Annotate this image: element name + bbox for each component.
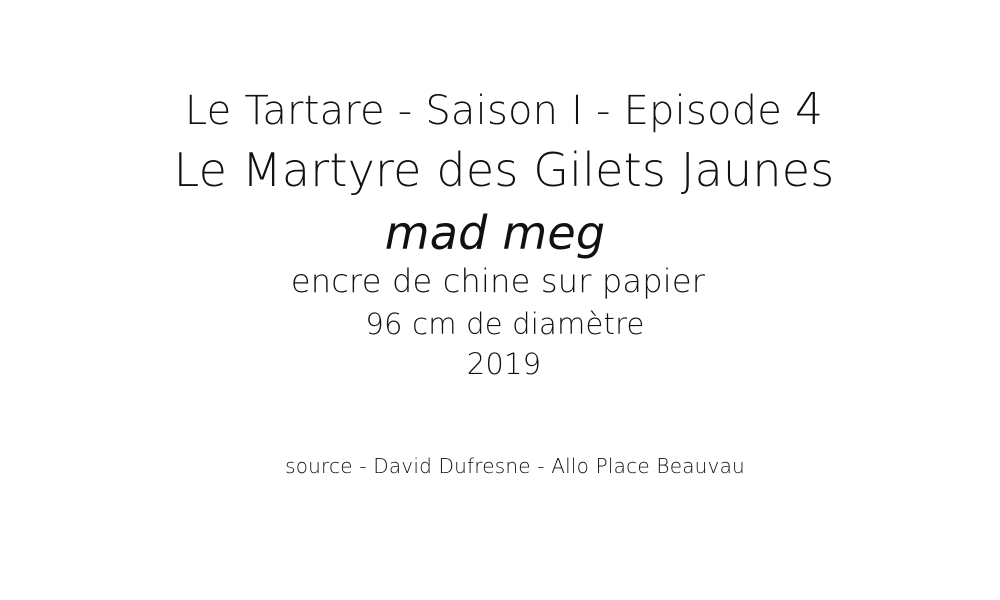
artist-name: mad meg	[384, 206, 606, 260]
series-episode-line: Le Tartare - Saison I - Episode 4	[0, 84, 1000, 137]
episode-number: 4	[794, 84, 824, 135]
artwork-medium: encre de chine sur papier	[290, 262, 706, 300]
artwork-title: Le Martyre des Gilets Jaunes	[173, 143, 835, 197]
artwork-year: 2019	[466, 347, 542, 381]
artwork-dimensions: 96 cm de diamètre	[365, 307, 645, 341]
series-episode-text: Le Tartare - Saison I - Episode	[184, 88, 795, 134]
source-credit: source - David Dufresne - Allo Place Bea…	[285, 454, 745, 478]
